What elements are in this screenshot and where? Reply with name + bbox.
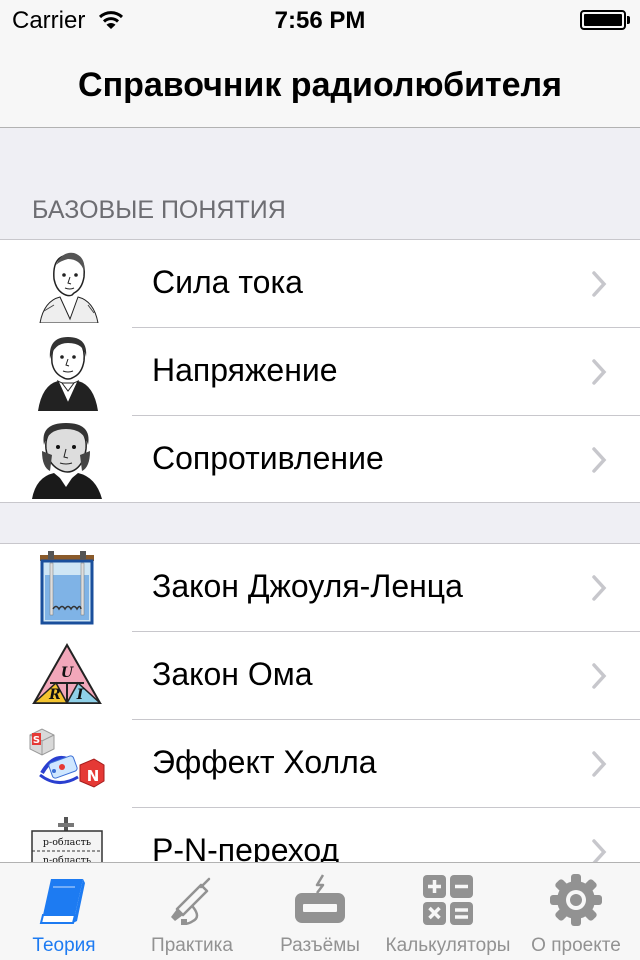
table-group-laws: Закон Джоуля-Ленца U R I Закон Ома S N Э…: [0, 543, 640, 891]
list-item-label: Закон Джоуля-Ленца: [152, 568, 463, 604]
tab-about[interactable]: О проекте: [512, 863, 640, 960]
chevron-right-icon: [592, 663, 607, 689]
hall-magnet-letter: N: [87, 767, 100, 785]
list-item-resistance[interactable]: Сопротивление: [0, 416, 640, 504]
ohm-portrait-icon: [28, 421, 106, 499]
tab-label: Теория: [32, 935, 96, 956]
calorimeter-icon: [28, 549, 106, 627]
chevron-right-icon: [592, 751, 607, 777]
tab-label: Практика: [151, 935, 233, 956]
hall-effect-icon: S N: [28, 725, 106, 803]
section-header-basics: БАЗОВЫЕ ПОНЯТИЯ: [32, 196, 286, 224]
chevron-right-icon: [592, 447, 607, 473]
tab-label: Разъёмы: [280, 935, 360, 956]
list-item-label: Эффект Холла: [152, 744, 377, 780]
book-icon: [37, 873, 91, 927]
list-item-label: Закон Ома: [152, 656, 313, 692]
tab-label: О проекте: [531, 935, 621, 956]
tab-practice[interactable]: Практика: [128, 863, 256, 960]
tab-connectors[interactable]: Разъёмы: [256, 863, 384, 960]
tab-label: Калькуляторы: [385, 935, 511, 956]
list-item-label: Сила тока: [152, 264, 303, 300]
tab-bar: Теория Практика Разъёмы Калькуляторы О п…: [0, 862, 640, 960]
chevron-right-icon: [592, 575, 607, 601]
list-item-joule-lenz[interactable]: Закон Джоуля-Ленца: [0, 544, 640, 632]
gear-icon: [549, 873, 603, 927]
status-time: 7:56 PM: [274, 7, 366, 34]
tab-theory[interactable]: Теория: [0, 863, 128, 960]
tab-calculators[interactable]: Калькуляторы: [384, 863, 512, 960]
table-group-basics: Сила тока Напряжение Сопротивление: [0, 239, 640, 503]
ohm-triangle-letter: U: [61, 665, 74, 681]
status-bar: Carrier 7:56 PM: [0, 0, 640, 40]
page-title: Справочник радиолюбителя: [78, 66, 562, 104]
list-item-voltage[interactable]: Напряжение: [0, 328, 640, 416]
list-item-ohm-law[interactable]: U R I Закон Ома: [0, 632, 640, 720]
connector-icon: [293, 873, 347, 927]
ohm-triangle-letter: R: [48, 687, 61, 703]
ampere-portrait-icon: [28, 245, 106, 323]
soldering-iron-icon: [165, 873, 219, 927]
list-item-label: Сопротивление: [152, 440, 384, 476]
hall-magnet-letter: S: [33, 735, 40, 746]
list-item-hall-effect[interactable]: S N Эффект Холла: [0, 720, 640, 808]
ohm-triangle-icon: U R I: [28, 637, 106, 715]
pn-layer-label: p-область: [43, 837, 91, 848]
navigation-bar: Справочник радиолюбителя: [0, 40, 640, 128]
calculator-icon: [421, 873, 475, 927]
volta-portrait-icon: [28, 333, 106, 411]
chevron-right-icon: [592, 359, 607, 385]
battery-icon: [580, 10, 626, 30]
list-item-label: Напряжение: [152, 352, 338, 388]
ohm-triangle-letter: I: [76, 687, 84, 703]
chevron-right-icon: [592, 271, 607, 297]
list-item-current[interactable]: Сила тока: [0, 240, 640, 328]
battery-tip: [627, 16, 630, 24]
